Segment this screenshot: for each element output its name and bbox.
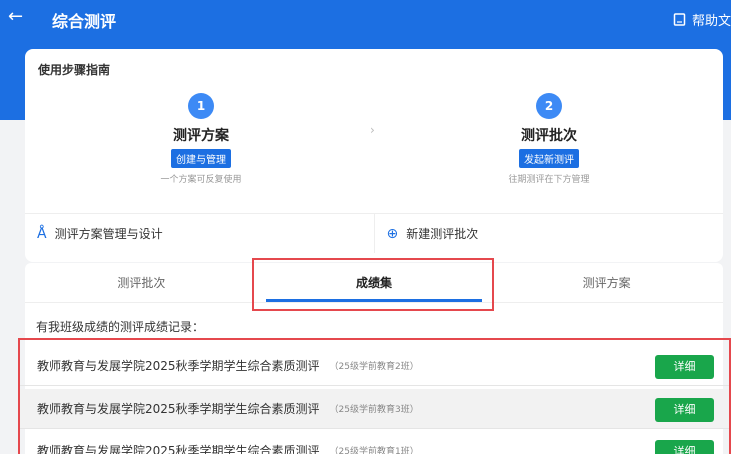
book-icon (673, 13, 686, 26)
chevron-right-icon: › (370, 123, 375, 137)
arrow-left-icon[interactable]: ← (8, 6, 23, 27)
tab-batches[interactable]: 测评批次 (25, 263, 258, 302)
step-desc: 往期测评在下方管理 (508, 175, 590, 185)
action-label: 新建测评批次 (406, 227, 479, 241)
step-desc: 一个方案可反复使用 (160, 175, 242, 185)
page-title: 综合测评 (52, 12, 117, 31)
guide-title: 使用步骤指南 (38, 63, 111, 77)
step-1: 1 测评方案 创建与管理 一个方案可反复使用 (121, 93, 281, 185)
action-label: 测评方案管理与设计 (54, 227, 163, 241)
step-name: 测评方案 (173, 128, 229, 144)
step-2: 2 测评批次 发起新测评 往期测评在下方管理 (469, 93, 629, 185)
compass-icon: Å (37, 225, 47, 242)
help-link[interactable]: 帮助文 (673, 10, 731, 29)
plus-circle-icon: ⊕ (386, 225, 399, 242)
start-new-evaluation-button[interactable]: 发起新测评 (519, 149, 579, 168)
quick-actions: Å 测评方案管理与设计 ⊕ 新建测评批次 (25, 213, 723, 253)
step-name: 测评批次 (521, 128, 577, 144)
tab-highlight-box (252, 258, 494, 311)
records-intro: 有我班级成绩的测评成绩记录： (36, 320, 205, 334)
manage-scheme-action[interactable]: Å 测评方案管理与设计 (25, 214, 375, 253)
tab-schemes[interactable]: 测评方案 (490, 263, 723, 302)
new-batch-action[interactable]: ⊕ 新建测评批次 (375, 214, 724, 253)
list-highlight-box (18, 338, 731, 454)
help-label: 帮助文 (691, 14, 731, 29)
guide-card: 使用步骤指南 1 测评方案 创建与管理 一个方案可反复使用 › 2 测评批次 发… (25, 49, 723, 262)
step-number: 1 (188, 93, 214, 119)
step-number: 2 (536, 93, 562, 119)
create-manage-button[interactable]: 创建与管理 (171, 149, 231, 168)
